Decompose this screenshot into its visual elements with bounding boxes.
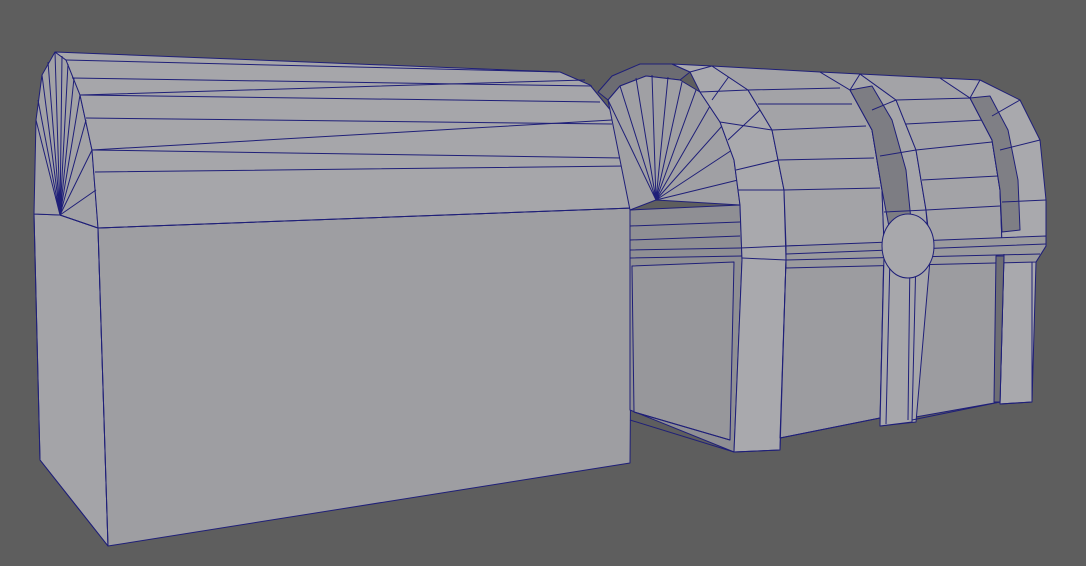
- chest-blockout-model[interactable]: [33, 51, 633, 547]
- detailed-front-lower-face[interactable]: [779, 255, 885, 439]
- detailed-lock-plate[interactable]: [881, 213, 935, 279]
- 3d-viewport[interactable]: [0, 0, 1086, 566]
- detailed-band-mid-lower[interactable]: [879, 255, 917, 427]
- detailed-side-panel[interactable]: [631, 261, 735, 441]
- blockout-side-face[interactable]: [33, 213, 109, 547]
- blockout-front-face[interactable]: [97, 207, 633, 547]
- scene-canvas[interactable]: [0, 0, 1086, 566]
- blockout-lid-face[interactable]: [54, 51, 633, 229]
- chest-detailed-model[interactable]: [597, 63, 1047, 453]
